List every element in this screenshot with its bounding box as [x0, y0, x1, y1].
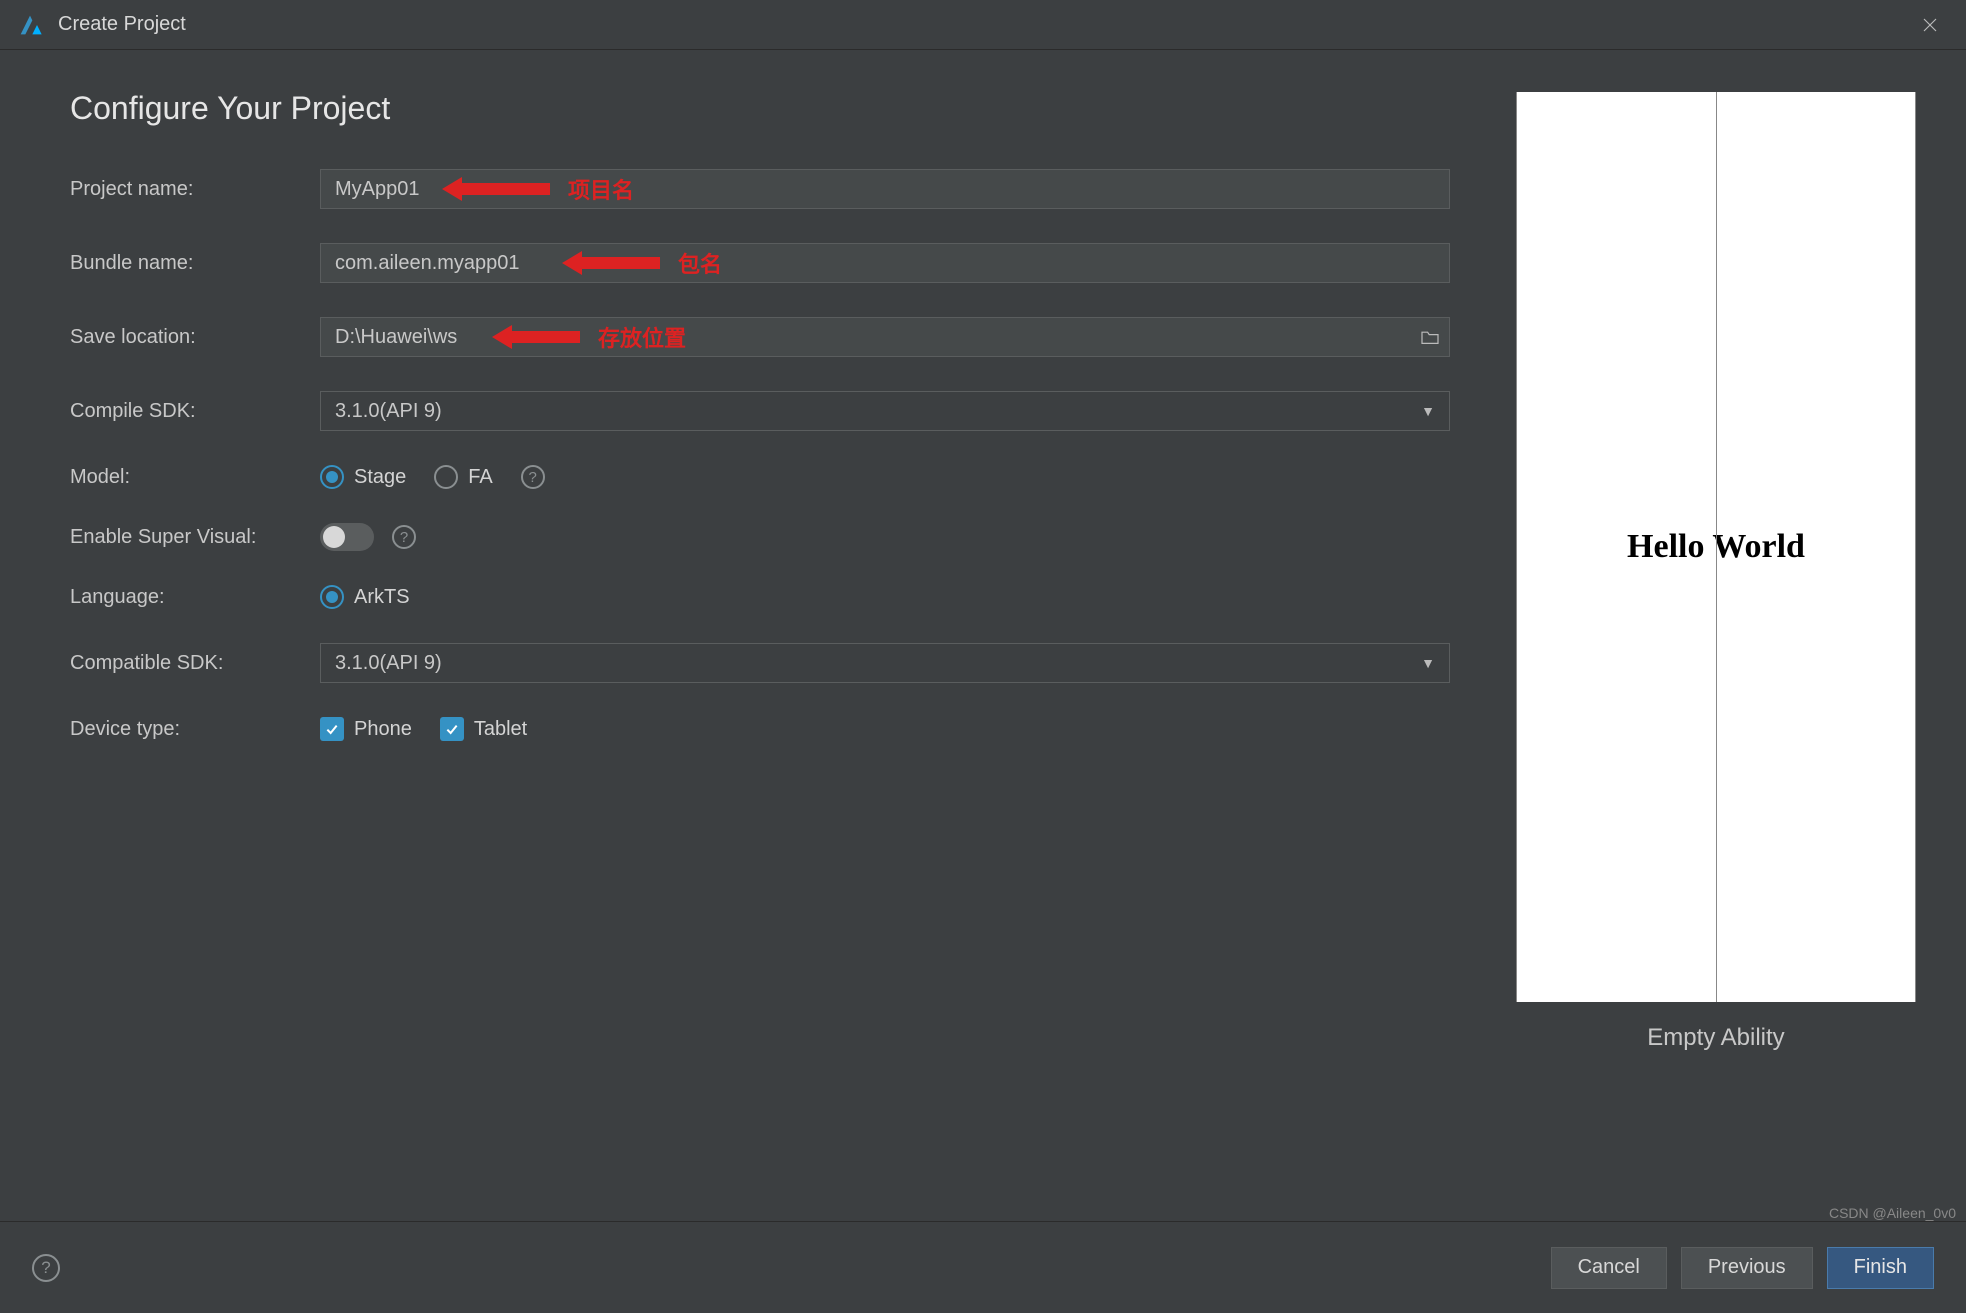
language-label: Language:: [70, 586, 320, 609]
checkbox-checked-icon: [320, 717, 344, 741]
close-button[interactable]: [1910, 5, 1950, 45]
bundle-name-label: Bundle name:: [70, 252, 320, 275]
enable-super-visual-toggle[interactable]: [320, 523, 374, 551]
footer-help-button[interactable]: ?: [32, 1254, 60, 1282]
folder-icon: [1420, 329, 1440, 345]
project-name-label: Project name:: [70, 178, 320, 201]
device-type-phone-label: Phone: [354, 718, 412, 741]
page-title: Configure Your Project: [70, 90, 1466, 127]
model-label: Model:: [70, 466, 320, 489]
enable-super-visual-help-button[interactable]: ?: [392, 525, 416, 549]
model-radio-fa[interactable]: FA: [434, 465, 492, 489]
chevron-down-icon: ▼: [1421, 403, 1435, 419]
device-type-label: Device type:: [70, 718, 320, 741]
model-option-stage-label: Stage: [354, 466, 406, 489]
create-project-window: Create Project Configure Your Project Pr…: [0, 0, 1966, 1313]
watermark: CSDN @Aileen_0v0: [1829, 1205, 1956, 1221]
radio-selected-icon: [320, 585, 344, 609]
close-icon: [1921, 16, 1939, 34]
save-location-label: Save location:: [70, 326, 320, 349]
app-logo-icon: [16, 11, 44, 39]
model-option-fa-label: FA: [468, 466, 492, 489]
project-name-input[interactable]: [320, 169, 1450, 209]
enable-super-visual-label: Enable Super Visual:: [70, 526, 320, 549]
compile-sdk-value: 3.1.0(API 9): [335, 400, 442, 423]
compile-sdk-select[interactable]: 3.1.0(API 9) ▼: [320, 391, 1450, 431]
finish-button[interactable]: Finish: [1827, 1247, 1934, 1289]
compatible-sdk-select[interactable]: 3.1.0(API 9) ▼: [320, 643, 1450, 683]
compatible-sdk-label: Compatible SDK:: [70, 652, 320, 675]
device-type-check-phone[interactable]: Phone: [320, 717, 412, 741]
compile-sdk-label: Compile SDK:: [70, 400, 320, 423]
preview-caption: Empty Ability: [1647, 1024, 1784, 1052]
template-preview: Hello World: [1516, 92, 1916, 1002]
language-option-arkts-label: ArkTS: [354, 586, 410, 609]
dialog-footer: ? Cancel Previous Finish: [0, 1221, 1966, 1313]
chevron-down-icon: ▼: [1421, 655, 1435, 671]
titlebar-title: Create Project: [58, 13, 1910, 36]
cancel-button[interactable]: Cancel: [1551, 1247, 1667, 1289]
radio-selected-icon: [320, 465, 344, 489]
language-radio-arkts[interactable]: ArkTS: [320, 585, 410, 609]
device-type-tablet-label: Tablet: [474, 718, 527, 741]
checkbox-checked-icon: [440, 717, 464, 741]
save-location-input[interactable]: [320, 317, 1450, 357]
browse-folder-button[interactable]: [1420, 329, 1440, 345]
model-help-button[interactable]: ?: [521, 465, 545, 489]
device-type-check-tablet[interactable]: Tablet: [440, 717, 527, 741]
bundle-name-input[interactable]: [320, 243, 1450, 283]
titlebar: Create Project: [0, 0, 1966, 50]
compatible-sdk-value: 3.1.0(API 9): [335, 652, 442, 675]
model-radio-stage[interactable]: Stage: [320, 465, 406, 489]
previous-button[interactable]: Previous: [1681, 1247, 1813, 1289]
radio-unselected-icon: [434, 465, 458, 489]
